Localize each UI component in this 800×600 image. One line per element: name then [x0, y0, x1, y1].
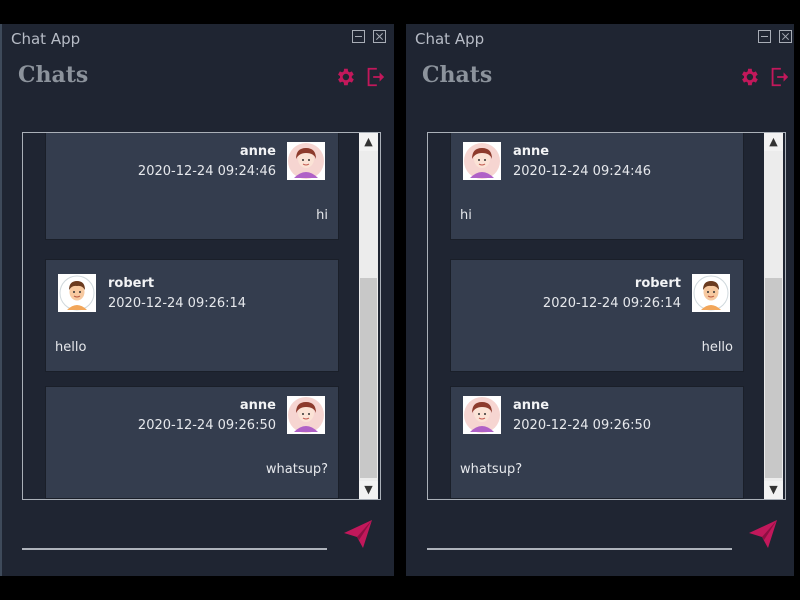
logout-icon[interactable]: [768, 66, 790, 88]
scrollbar[interactable]: ▲ ▼: [764, 133, 783, 499]
gear-icon[interactable]: [738, 66, 760, 88]
scroll-thumb[interactable]: [765, 278, 782, 478]
message-card: anne 2020-12-24 09:24:46 hi: [450, 133, 744, 240]
window-title: Chat App: [11, 30, 81, 48]
logout-icon[interactable]: [364, 66, 386, 88]
message-timestamp: 2020-12-24 09:26:50: [513, 418, 652, 433]
message-card: anne 2020-12-24 09:26:50 whatsup?: [45, 386, 339, 499]
message-timestamp: 2020-12-24 09:26:50: [137, 418, 276, 433]
page-title: Chats: [422, 62, 493, 88]
message-card: robert 2020-12-24 09:26:14 hello: [45, 259, 339, 372]
scroll-down-button[interactable]: ▼: [764, 481, 783, 499]
message-text: whatsup?: [460, 462, 523, 477]
message-username: anne: [239, 398, 276, 413]
chat-window-left: Chat App Chats anne 2020-12-24 09:24:46 …: [0, 24, 394, 576]
message-text: hi: [316, 208, 328, 223]
message-text: hi: [460, 208, 472, 223]
scroll-down-button[interactable]: ▼: [359, 481, 378, 499]
chat-window-right: Chat App Chats anne 2020-12-24 09:24:46 …: [406, 24, 794, 576]
message-username: anne: [513, 144, 550, 159]
girl-avatar-icon: [463, 396, 501, 434]
boy-avatar-icon: [692, 274, 730, 312]
scrollbar[interactable]: ▲ ▼: [359, 133, 378, 499]
minimize-icon[interactable]: [758, 30, 771, 43]
message-username: robert: [108, 276, 155, 291]
send-icon[interactable]: [747, 518, 779, 550]
scroll-thumb[interactable]: [360, 278, 377, 478]
girl-avatar-icon: [463, 142, 501, 180]
message-input[interactable]: [22, 548, 327, 550]
message-text: hello: [55, 340, 87, 355]
message-input[interactable]: [427, 548, 732, 550]
title-bar[interactable]: Chat App: [2, 24, 394, 54]
window-title: Chat App: [415, 30, 485, 48]
page-title: Chats: [18, 62, 89, 88]
close-icon[interactable]: [779, 30, 792, 43]
message-timestamp: 2020-12-24 09:26:14: [108, 296, 247, 311]
girl-avatar-icon: [287, 396, 325, 434]
message-username: robert: [634, 276, 681, 291]
gear-icon[interactable]: [334, 66, 356, 88]
minimize-icon[interactable]: [352, 30, 365, 43]
message-timestamp: 2020-12-24 09:24:46: [137, 164, 276, 179]
message-text: hello: [701, 340, 733, 355]
message-username: anne: [239, 144, 276, 159]
scroll-up-button[interactable]: ▲: [359, 133, 378, 151]
send-icon[interactable]: [342, 518, 374, 550]
message-list[interactable]: anne 2020-12-24 09:24:46 hi robert 2020-…: [22, 132, 381, 500]
close-icon[interactable]: [373, 30, 386, 43]
message-card: robert 2020-12-24 09:26:14 hello: [450, 259, 744, 372]
message-text: whatsup?: [265, 462, 328, 477]
boy-avatar-icon: [58, 274, 96, 312]
title-bar[interactable]: Chat App: [406, 24, 794, 54]
scroll-up-button[interactable]: ▲: [764, 133, 783, 151]
message-card: anne 2020-12-24 09:26:50 whatsup?: [450, 386, 744, 499]
message-card: anne 2020-12-24 09:24:46 hi: [45, 133, 339, 240]
girl-avatar-icon: [287, 142, 325, 180]
message-list[interactable]: anne 2020-12-24 09:24:46 hi robert 2020-…: [427, 132, 786, 500]
message-timestamp: 2020-12-24 09:26:14: [542, 296, 681, 311]
message-username: anne: [513, 398, 550, 413]
message-timestamp: 2020-12-24 09:24:46: [513, 164, 652, 179]
